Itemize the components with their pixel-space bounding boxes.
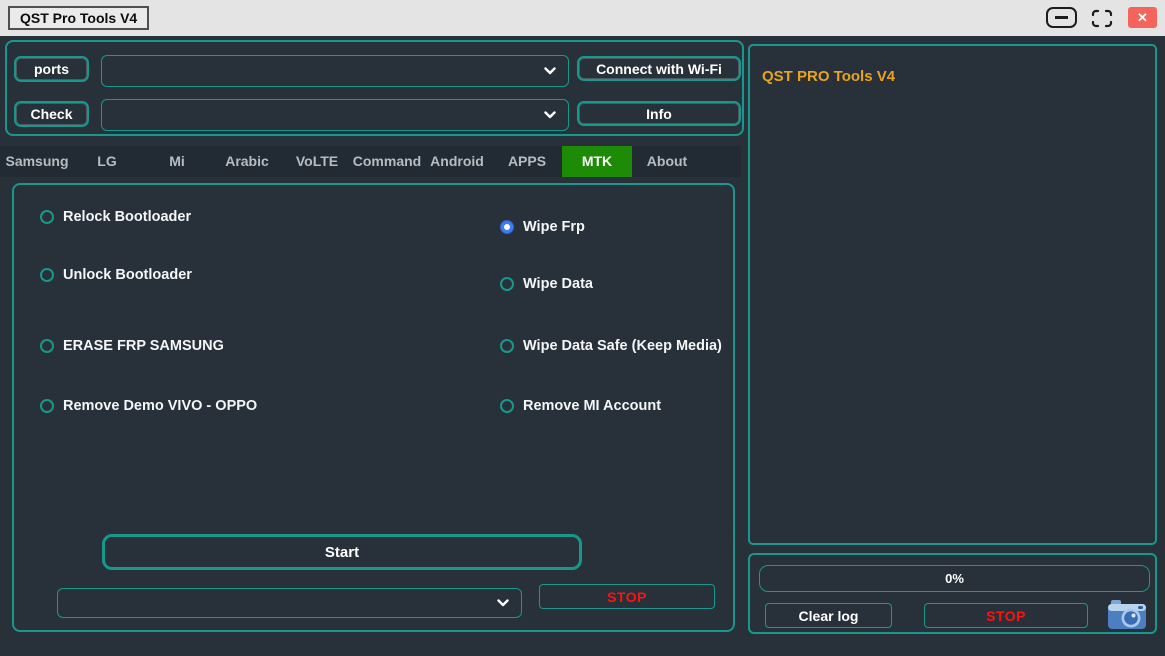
tab-command[interactable]: Command (352, 146, 422, 177)
start-button[interactable]: Start (102, 534, 582, 570)
tab-arabic[interactable]: Arabic (212, 146, 282, 177)
option-label: Remove MI Account (523, 398, 661, 414)
radio-selected-icon (500, 220, 514, 234)
tab-android[interactable]: Android (422, 146, 492, 177)
radio-unselected-icon (500, 399, 514, 413)
device-select[interactable] (101, 99, 569, 131)
mtk-stop-button[interactable]: STOP (539, 584, 715, 609)
tab-about[interactable]: About (632, 146, 702, 177)
radio-unselected-icon (40, 210, 54, 224)
close-icon: ✕ (1137, 10, 1148, 26)
connection-panel: ports Connect with Wi-Fi Check Info (5, 40, 744, 136)
radio-unselected-icon (40, 399, 54, 413)
option-remove-demo-vivo-oppo[interactable]: Remove Demo VIVO - OPPO (40, 398, 257, 414)
option-wipe-data[interactable]: Wipe Data (500, 276, 593, 292)
tab-mi[interactable]: Mi (142, 146, 212, 177)
progress-panel: 0% Clear log STOP (748, 553, 1157, 634)
minimize-button[interactable] (1046, 7, 1077, 28)
clear-log-button[interactable]: Clear log (765, 603, 892, 628)
ports-button[interactable]: ports (14, 56, 89, 82)
radio-unselected-icon (500, 339, 514, 353)
option-wipe-data-safe[interactable]: Wipe Data Safe (Keep Media) (500, 338, 722, 354)
mtk-panel: Relock Bootloader Unlock Bootloader ERAS… (12, 183, 735, 632)
option-label: Wipe Data Safe (Keep Media) (523, 338, 722, 354)
port-select[interactable] (101, 55, 569, 87)
close-button[interactable]: ✕ (1128, 7, 1157, 28)
option-label: ERASE FRP SAMSUNG (63, 338, 224, 354)
bottom-stop-button[interactable]: STOP (924, 603, 1088, 628)
chevron-down-icon (497, 599, 509, 607)
tab-mtk[interactable]: MTK (562, 146, 632, 177)
option-label: Wipe Frp (523, 219, 585, 235)
titlebar: QST Pro Tools V4 ✕ (0, 0, 1165, 36)
radio-unselected-icon (500, 277, 514, 291)
tab-bar: Samsung LG Mi Arabic VoLTE Command Andro… (0, 146, 741, 177)
option-label: Relock Bootloader (63, 209, 191, 225)
screenshot-camera-button[interactable] (1107, 596, 1147, 637)
tab-apps[interactable]: APPS (492, 146, 562, 177)
chevron-down-icon (544, 111, 556, 119)
maximize-icon (1091, 9, 1113, 28)
option-label: Remove Demo VIVO - OPPO (63, 398, 257, 414)
tab-volte[interactable]: VoLTE (282, 146, 352, 177)
progress-value: 0% (945, 571, 964, 586)
maximize-button[interactable] (1090, 8, 1114, 28)
option-wipe-frp[interactable]: Wipe Frp (500, 219, 585, 235)
progress-bar: 0% (759, 565, 1150, 592)
option-label: Wipe Data (523, 276, 593, 292)
option-label: Unlock Bootloader (63, 267, 192, 283)
option-relock-bootloader[interactable]: Relock Bootloader (40, 209, 191, 225)
camera-icon (1107, 596, 1147, 632)
connect-wifi-button[interactable]: Connect with Wi-Fi (577, 56, 741, 81)
radio-unselected-icon (40, 268, 54, 282)
tab-samsung[interactable]: Samsung (2, 146, 72, 177)
option-unlock-bootloader[interactable]: Unlock Bootloader (40, 267, 192, 283)
option-erase-frp-samsung[interactable]: ERASE FRP SAMSUNG (40, 338, 224, 354)
log-panel[interactable]: QST PRO Tools V4 (748, 44, 1157, 545)
radio-unselected-icon (40, 339, 54, 353)
tab-lg[interactable]: LG (72, 146, 142, 177)
minimize-icon (1055, 16, 1068, 19)
operation-select[interactable] (57, 588, 522, 618)
check-button[interactable]: Check (14, 101, 89, 127)
info-button[interactable]: Info (577, 101, 741, 126)
log-text: QST PRO Tools V4 (762, 68, 895, 85)
option-remove-mi-account[interactable]: Remove MI Account (500, 398, 661, 414)
chevron-down-icon (544, 67, 556, 75)
window-title: QST Pro Tools V4 (8, 6, 149, 30)
